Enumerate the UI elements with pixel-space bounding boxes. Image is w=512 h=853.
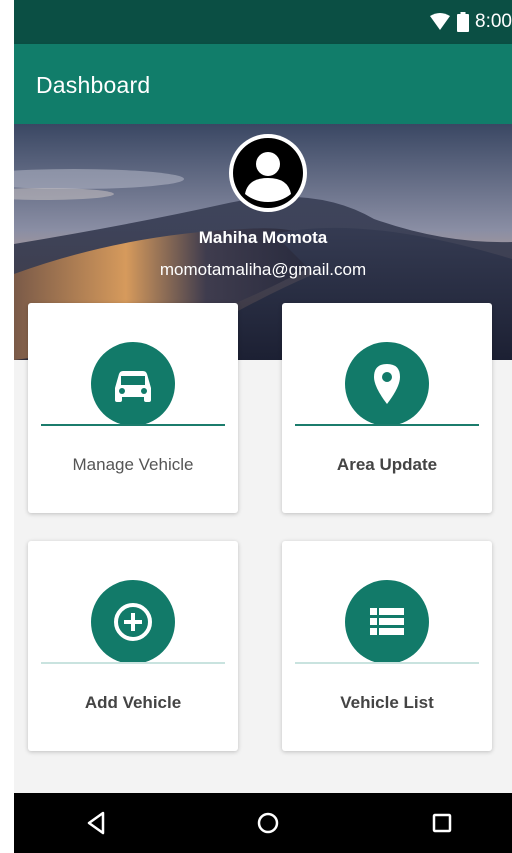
list-icon xyxy=(345,580,429,664)
user-email: momotamaliha@gmail.com xyxy=(159,260,367,279)
recents-button[interactable] xyxy=(424,807,460,839)
app-bar: Dashboard xyxy=(14,44,512,124)
screen-left-edge xyxy=(0,0,14,853)
home-icon xyxy=(257,812,279,834)
location-pin-icon xyxy=(345,342,429,426)
navigation-bar xyxy=(14,793,512,853)
account-circle-icon xyxy=(233,138,303,208)
vehicle-list-label: Vehicle List xyxy=(340,693,434,712)
area-update-card[interactable]: Area Update xyxy=(282,303,492,513)
user-name: Mahiha Momota xyxy=(198,228,328,247)
card-divider xyxy=(41,662,225,664)
home-button[interactable] xyxy=(250,807,286,839)
back-icon xyxy=(87,811,105,835)
back-button[interactable] xyxy=(78,807,114,839)
vehicle-list-card[interactable]: Vehicle List xyxy=(282,541,492,751)
card-divider xyxy=(41,424,225,426)
app-title: Dashboard xyxy=(36,72,151,98)
wifi-icon xyxy=(430,13,451,30)
add-vehicle-card[interactable]: Add Vehicle xyxy=(28,541,238,751)
battery-icon xyxy=(457,12,470,32)
car-icon xyxy=(91,342,175,426)
avatar[interactable] xyxy=(229,134,307,212)
card-divider xyxy=(295,424,479,426)
area-update-label: Area Update xyxy=(336,455,438,474)
status-icons: 8:00 xyxy=(429,10,512,34)
manage-vehicle-card[interactable]: Manage Vehicle xyxy=(28,303,238,513)
add-vehicle-label: Add Vehicle xyxy=(84,693,182,712)
add-circle-icon xyxy=(91,580,175,664)
status-bar: 8:00 xyxy=(14,0,512,44)
card-divider xyxy=(295,662,479,664)
recents-icon xyxy=(432,813,452,833)
manage-vehicle-label: Manage Vehicle xyxy=(72,455,194,474)
status-time: 8:00 xyxy=(475,11,512,32)
